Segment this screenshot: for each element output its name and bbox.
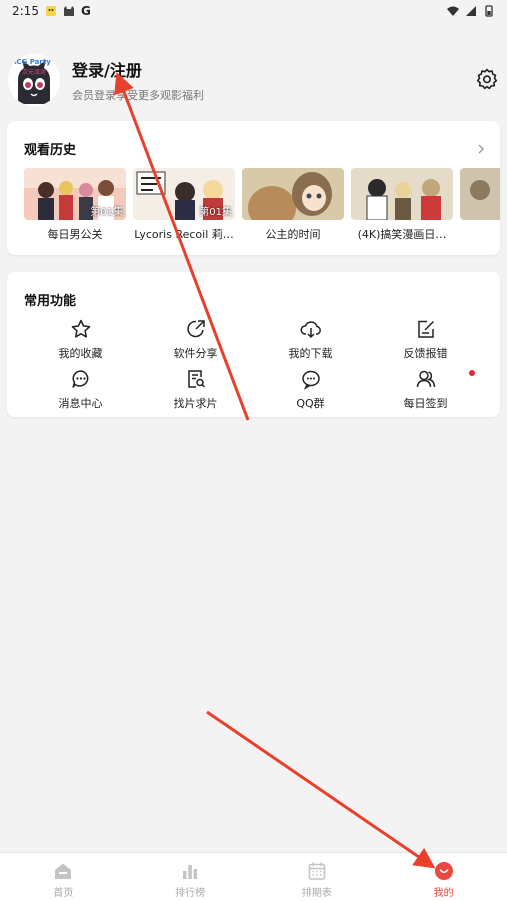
history-thumbnail: [351, 168, 453, 220]
feature-label: 反馈报错: [403, 347, 448, 360]
common-features-title: 常用功能: [24, 294, 77, 309]
avatar[interactable]: ACG Party 次元派对: [8, 54, 60, 106]
nav-home[interactable]: 首页: [0, 853, 127, 901]
nav-label: 排期表: [301, 888, 332, 899]
profile-header: ACG Party 次元派对 登录/注册 会员登录享受更多观影福利: [8, 50, 499, 110]
avatar-logo-text-cn: 次元派对: [22, 69, 47, 76]
avatar-logo-text: ACG Party: [11, 58, 51, 66]
history-item-title: Lycoris Recoil 莉…: [134, 228, 234, 241]
cat-notification-icon: [63, 5, 75, 17]
search-doc-icon: [187, 370, 205, 388]
feature-my-favorites[interactable]: 我的收藏: [23, 318, 138, 368]
feature-share-app[interactable]: 软件分享: [138, 318, 253, 368]
status-time: 2:15: [12, 4, 39, 18]
feature-label: 找片求片: [173, 397, 218, 410]
notification-dot: [469, 370, 475, 376]
message-icon: [71, 370, 88, 388]
feature-label: 软件分享: [173, 347, 218, 360]
nav-mine[interactable]: 我的: [380, 853, 507, 901]
watch-history-card: 观看历史 第01集 每日男公关 第01集 Lycoris Recoil 莉… 公…: [7, 121, 500, 255]
history-item[interactable]: (4K)搞笑漫画日…: [351, 168, 453, 242]
share-icon: [186, 320, 205, 338]
users-icon: [416, 370, 435, 388]
settings-gear-icon[interactable]: [475, 67, 499, 91]
features-grid: 我的收藏 软件分享 我的下载 反馈报错 消息中心 找片求片 QQ群 每日签到: [23, 318, 483, 418]
bottom-navigation: 首页 排行榜 排期表 我的: [0, 852, 507, 901]
history-item-title: (4K)搞笑漫画日…: [357, 228, 447, 241]
history-item[interactable]: 第01集 每日男公关: [24, 168, 126, 242]
feature-label: 我的收藏: [58, 347, 103, 360]
feature-label: 消息中心: [58, 397, 103, 410]
feature-message-center[interactable]: 消息中心: [23, 368, 138, 418]
signal-icon: [465, 5, 477, 17]
watch-history-list: 第01集 每日男公关 第01集 Lycoris Recoil 莉… 公主的时间 …: [24, 168, 500, 242]
nav-label: 排行榜: [175, 888, 206, 899]
history-thumbnail: [460, 168, 500, 220]
edit-icon: [417, 320, 434, 338]
history-thumbnail: [242, 168, 344, 220]
nav-ranking[interactable]: 排行榜: [127, 853, 254, 901]
history-item-title: 公主的时间: [265, 228, 321, 241]
feature-daily-checkin[interactable]: 每日签到: [368, 368, 483, 418]
watch-history-title: 观看历史: [24, 143, 77, 158]
star-icon: [71, 319, 90, 338]
episode-badge: 第01集: [90, 207, 123, 218]
feature-my-downloads[interactable]: 我的下载: [253, 318, 368, 368]
profile-smile-icon: [434, 862, 453, 880]
history-thumbnail: 第01集: [24, 168, 126, 220]
nav-label: 首页: [53, 888, 74, 899]
google-notification-icon: G: [80, 4, 91, 18]
history-item-title: (: [460, 226, 500, 239]
history-item[interactable]: 公主的时间: [242, 168, 344, 242]
home-icon: [55, 863, 72, 879]
history-thumbnail: 第01集: [133, 168, 235, 220]
wifi-icon: [447, 5, 459, 17]
status-bar: 2:15 G: [0, 0, 507, 22]
notification-app-icon: [45, 5, 57, 17]
annotation-arrow-mine-tab: [206, 710, 436, 869]
feature-feedback[interactable]: 反馈报错: [368, 318, 483, 368]
calendar-icon: [308, 862, 326, 880]
feature-label: 每日签到: [403, 397, 448, 410]
login-register-link[interactable]: 登录/注册: [72, 57, 204, 81]
chat-icon: [301, 370, 320, 390]
chevron-right-icon[interactable]: [476, 140, 486, 154]
nav-schedule[interactable]: 排期表: [254, 853, 381, 901]
episode-badge: 第01集: [199, 207, 232, 218]
feature-label: 我的下载: [288, 347, 333, 360]
history-item-title: 每日男公关: [47, 228, 103, 241]
cloud-download-icon: [300, 321, 321, 339]
bar-chart-icon: [183, 865, 198, 879]
nav-label: 我的: [433, 888, 454, 899]
feature-find-movie[interactable]: 找片求片: [138, 368, 253, 418]
member-benefit-text: 会员登录享受更多观影福利: [72, 89, 204, 102]
feature-qq-group[interactable]: QQ群: [253, 368, 368, 418]
history-item[interactable]: (: [460, 168, 500, 242]
battery-icon: [483, 5, 495, 17]
feature-label: QQ群: [296, 397, 325, 410]
common-features-card: 常用功能 我的收藏 软件分享 我的下载 反馈报错 消息中心 找片求片 QQ群 每…: [7, 272, 500, 417]
history-item[interactable]: 第01集 Lycoris Recoil 莉…: [133, 168, 235, 242]
